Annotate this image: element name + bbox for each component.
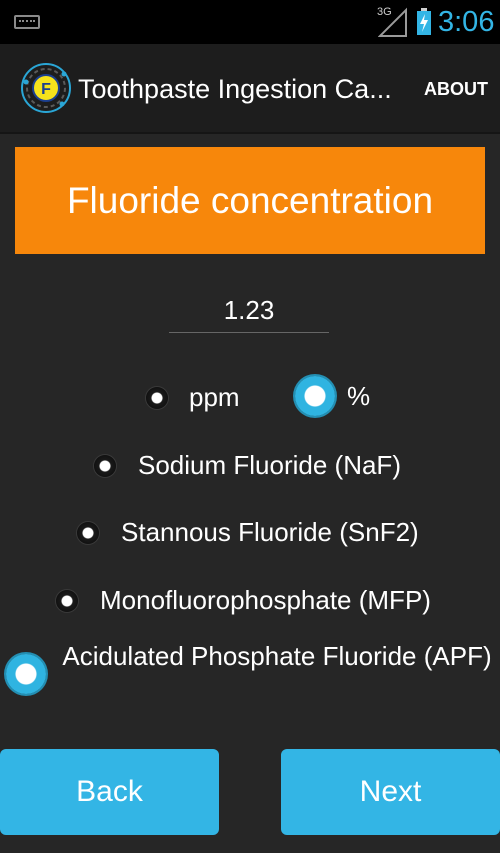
signal-icon bbox=[378, 7, 407, 37]
section-title: Fluoride concentration bbox=[66, 179, 434, 221]
radio-unchecked-icon bbox=[146, 386, 168, 409]
app-logo-icon: F bbox=[21, 63, 71, 113]
logo-letter: F bbox=[41, 81, 51, 98]
compound-option-apf[interactable] bbox=[6, 654, 46, 694]
action-bar: F Toothpaste Ingestion Ca... ABOUT bbox=[0, 44, 500, 134]
compound-option-snf2[interactable]: Stannous Fluoride (SnF2) bbox=[77, 517, 419, 548]
battery-charging-icon bbox=[417, 8, 431, 35]
concentration-input[interactable] bbox=[169, 288, 329, 333]
compound-option-mfp[interactable]: Monofluorophosphate (MFP) bbox=[56, 585, 431, 616]
back-button[interactable]: Back bbox=[0, 749, 219, 835]
radio-checked-icon bbox=[6, 654, 46, 694]
unit-option-label: ppm bbox=[189, 382, 240, 412]
radio-unchecked-icon bbox=[77, 521, 99, 544]
compound-option-label: Sodium Fluoride (NaF) bbox=[138, 450, 401, 480]
status-time: 3:06 bbox=[438, 6, 495, 38]
section-banner: Fluoride concentration bbox=[15, 147, 485, 254]
radio-unchecked-icon bbox=[94, 454, 116, 477]
about-button[interactable]: ABOUT bbox=[416, 72, 496, 106]
compound-option-label: Stannous Fluoride (SnF2) bbox=[121, 517, 419, 547]
unit-option-label: % bbox=[347, 380, 371, 411]
unit-option-ppm[interactable]: ppm bbox=[146, 382, 240, 413]
radio-checked-icon bbox=[295, 376, 335, 416]
status-bar: 3G 3:06 bbox=[0, 0, 500, 44]
compound-option-naf[interactable]: Sodium Fluoride (NaF) bbox=[94, 450, 401, 481]
keyboard-icon bbox=[14, 15, 40, 29]
app-title: Toothpaste Ingestion Ca... bbox=[78, 74, 392, 104]
radio-unchecked-icon bbox=[56, 589, 78, 612]
compound-option-label: Monofluorophosphate (MFP) bbox=[100, 585, 431, 615]
next-button[interactable]: Next bbox=[281, 749, 500, 835]
unit-option-percent[interactable]: % bbox=[295, 376, 370, 416]
compound-option-label: Acidulated Phosphate Fluoride (APF) bbox=[62, 641, 492, 671]
